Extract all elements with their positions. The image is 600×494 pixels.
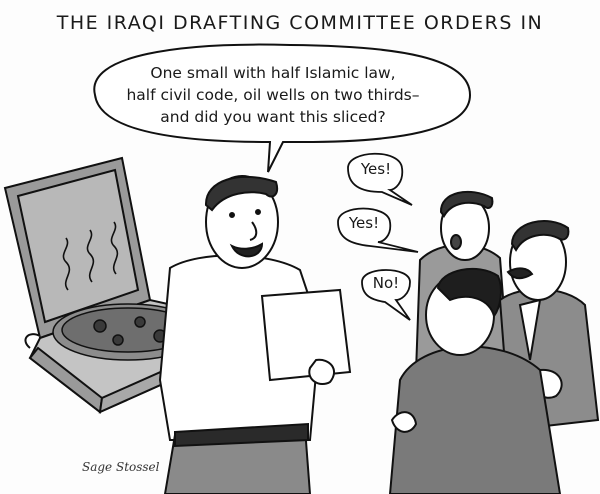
yes-reply-1: Yes! [360,160,392,178]
artist-signature: Sage Stossel [82,460,160,474]
yes-reply-2: Yes! [348,214,380,232]
no-reply: No! [372,274,400,292]
cartoon-panel: THE IRAQI DRAFTING COMMITTEE ORDERS IN O… [0,0,600,494]
main-speech-text: One small with half Islamic law, half ci… [108,62,438,128]
speech-line-2: half civil code, oil wells on two thirds… [126,86,420,104]
speech-line-1: One small with half Islamic law, [150,64,396,82]
speech-line-3: and did you want this sliced? [160,108,386,126]
